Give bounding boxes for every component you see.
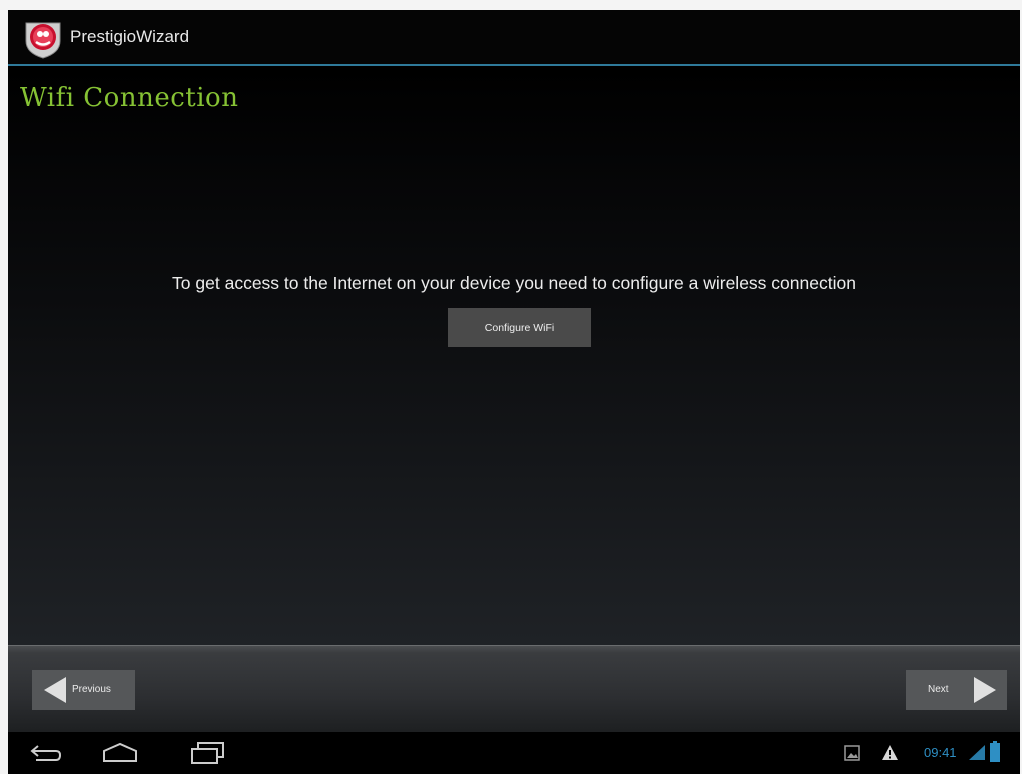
warning-icon[interactable]: [881, 744, 899, 761]
battery-icon: [990, 741, 1000, 762]
page-title: Wifi Connection: [20, 83, 239, 113]
action-bar: PrestigioWizard: [8, 10, 1020, 66]
home-icon[interactable]: [100, 741, 140, 763]
gallery-notification-icon[interactable]: [844, 745, 860, 761]
system-navigation-bar: 09:41: [8, 732, 1020, 774]
next-button-label: Next: [928, 684, 949, 695]
next-button[interactable]: Next: [906, 670, 1007, 710]
arrow-left-icon: [44, 677, 66, 703]
wizard-navigation-bar: Previous Next: [8, 645, 1020, 733]
app-title: PrestigioWizard: [70, 27, 190, 46]
main-content: Wifi Connection To get access to the Int…: [8, 67, 1020, 645]
recent-apps-icon[interactable]: [189, 741, 227, 765]
device-screen: PrestigioWizard Wifi Connection To get a…: [8, 10, 1020, 774]
instruction-text: To get access to the Internet on your de…: [172, 273, 856, 293]
action-bar-divider: [8, 64, 1020, 66]
signal-icon: [969, 745, 985, 760]
prestigio-logo-icon: [25, 22, 61, 59]
back-icon[interactable]: [28, 742, 64, 764]
arrow-right-icon: [974, 677, 996, 703]
status-clock: 09:41: [924, 745, 957, 760]
configure-wifi-button[interactable]: Configure WiFi: [448, 308, 591, 347]
previous-button-label: Previous: [72, 684, 111, 695]
previous-button[interactable]: Previous: [32, 670, 135, 710]
